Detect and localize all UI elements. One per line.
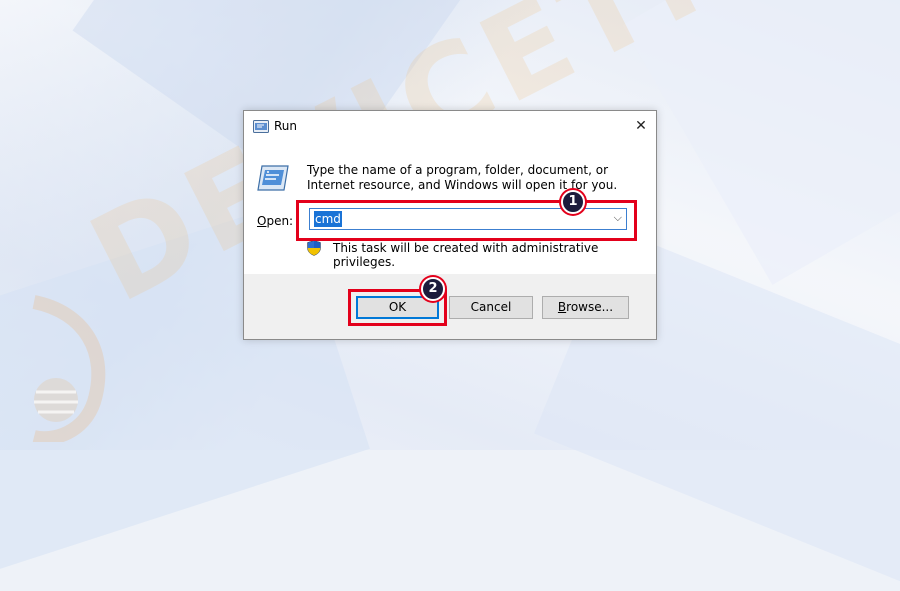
highlight-open-field — [296, 200, 637, 241]
open-label: Open: — [257, 214, 294, 228]
step-marker-2: 2 — [421, 277, 445, 301]
cancel-button[interactable]: Cancel — [449, 296, 533, 319]
browse-button[interactable]: Browse... — [542, 296, 629, 319]
button-bar: OK Cancel Browse... — [244, 274, 656, 339]
title-bar[interactable]: Run ✕ — [244, 111, 656, 142]
step-marker-1: 1 — [561, 190, 585, 214]
uac-shield-icon — [307, 240, 321, 256]
close-button[interactable]: ✕ — [626, 111, 656, 142]
devicetricks-logo-icon — [32, 295, 106, 442]
window-title: Run — [274, 119, 298, 133]
run-large-icon — [257, 165, 289, 191]
run-description: Type the name of a program, folder, docu… — [307, 163, 618, 192]
close-icon: ✕ — [635, 118, 647, 134]
admin-privileges-note: This task will be created with administr… — [333, 241, 599, 269]
run-icon — [253, 120, 269, 133]
